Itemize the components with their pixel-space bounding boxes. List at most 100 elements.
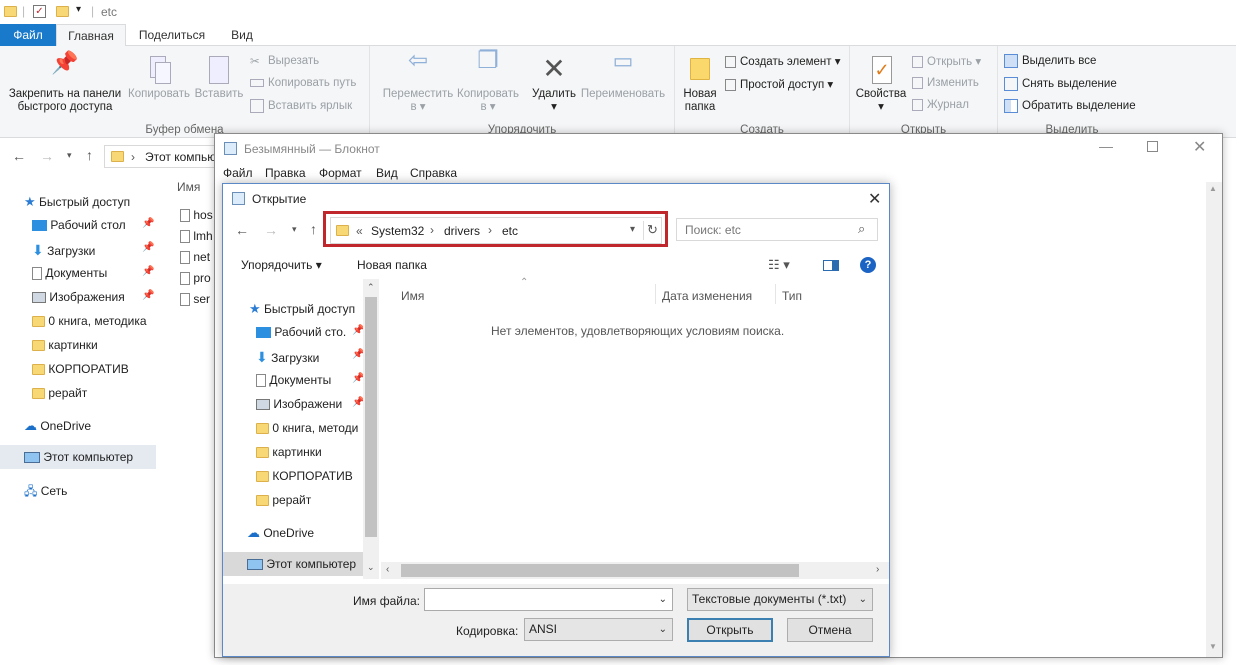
nav-pictures[interactable]: Изображения 📌 [32,290,154,304]
nav-pictures[interactable]: Изображени 📌 [256,397,364,411]
column-name[interactable]: Имя [177,180,200,194]
column-date-modified[interactable]: Дата изменения [662,289,752,303]
back-arrow-icon[interactable]: ← [235,222,249,238]
view-options-icon[interactable]: ☷ ▾ [768,257,790,273]
column-name[interactable]: Имя [401,289,424,303]
horizontal-scrollbar[interactable]: ‹ › [381,562,889,579]
nav-folder-book[interactable]: 0 книга, методика [32,314,147,328]
nav-scrollbar[interactable]: ⌃ ⌄ [363,279,379,579]
up-arrow-icon[interactable]: ↑ [310,221,317,237]
maximize-icon[interactable] [1147,141,1158,152]
horizontal-scroll-thumb[interactable] [401,564,799,577]
cut-button[interactable]: ✂ Вырезать [250,54,319,68]
menu-file[interactable]: Файл [223,166,253,180]
explorer-address-bar[interactable]: › Этот компью [104,145,230,168]
select-all-button[interactable]: Выделить все [1004,54,1096,68]
up-arrow-icon[interactable]: ↑ [86,147,93,163]
nav-desktop[interactable]: Рабочий сто. 📌 [256,325,364,339]
customize-qa-icon[interactable]: ▾ [76,4,81,15]
chevron-down-icon[interactable]: ⌄ [367,562,375,573]
nav-this-pc[interactable]: Этот компьютер [24,450,133,464]
search-input[interactable]: Поиск: etc ⌕ [676,218,878,241]
chevron-down-icon[interactable]: ⌄ [659,589,667,610]
paste-shortcut-button[interactable]: Вставить ярлык [250,99,352,113]
nav-folder-book[interactable]: 0 книга, методи [256,421,358,435]
back-arrow-icon[interactable]: ← [12,148,26,164]
nav-documents[interactable]: Документы 📌 [256,373,364,388]
menu-edit[interactable]: Правка [265,166,306,180]
copy-button[interactable]: Копировать [125,54,193,101]
history-button[interactable]: Журнал [912,99,969,111]
move-to-button[interactable]: ⇦ Переместить в ▾ [380,49,456,114]
open-button[interactable]: Открыть ▾ [912,54,981,68]
cancel-button[interactable]: Отмена [787,618,873,642]
notepad-scrollbar[interactable]: ▲ ▼ [1206,182,1222,657]
new-folder-button[interactable]: Новая папка [679,54,721,114]
chevron-up-icon[interactable]: ⌃ [367,282,375,293]
nav-folder-pictures[interactable]: картинки [32,338,98,352]
chevron-right-icon[interactable]: › [876,564,879,575]
scroll-up-icon[interactable]: ▲ [1209,184,1217,193]
menu-help[interactable]: Справка [410,166,457,180]
file-row[interactable]: net [180,250,210,265]
pin-quick-access-button[interactable]: 📌 Закрепить на панели быстрого доступа [4,52,126,114]
properties-qa-icon[interactable]: ✓ [33,5,46,18]
tab-view[interactable]: Вид [220,24,264,46]
new-item-button[interactable]: Создать элемент ▾ [725,54,841,68]
copy-path-button[interactable]: Копировать путь [250,77,356,89]
rename-button[interactable]: ▭ Переименовать [576,50,670,101]
nav-documents[interactable]: Документы 📌 [32,266,154,281]
encoding-select[interactable]: ANSI ⌄ [524,618,673,641]
menu-format[interactable]: Формат [319,166,362,180]
recent-locations-icon[interactable]: ▾ [292,224,297,235]
nav-downloads[interactable]: ⬇ Загрузки 📌 [256,349,364,366]
nav-folder-rewrite[interactable]: рерайт [32,386,87,400]
minimize-icon[interactable]: — [1099,138,1113,154]
nav-folder-corporate[interactable]: КОРПОРАТИВ [32,362,129,376]
help-icon[interactable]: ? [860,257,876,273]
new-folder-button[interactable]: Новая папка [357,258,427,272]
close-icon[interactable]: ✕ [868,189,881,209]
edit-button[interactable]: Изменить [912,77,979,89]
close-icon[interactable]: ✕ [1193,137,1206,157]
tab-home[interactable]: Главная [56,24,126,47]
nav-folder-rewrite[interactable]: рерайт [256,493,311,507]
file-row[interactable]: hos [180,208,213,223]
properties-button[interactable]: ✓ Свойства ▾ [854,54,908,114]
file-row[interactable]: pro [180,271,211,286]
forward-arrow-icon[interactable]: → [264,222,278,238]
column-type[interactable]: Тип [782,289,802,303]
nav-this-pc[interactable]: Этот компьютер [247,557,356,571]
new-folder-qa-icon[interactable] [56,6,69,17]
file-row[interactable]: ser [180,292,210,307]
forward-arrow-icon[interactable]: → [40,148,54,164]
nav-downloads[interactable]: ⬇ Загрузки 📌 [32,242,154,259]
nav-desktop[interactable]: Рабочий стол 📌 [32,218,154,232]
nav-quick-access[interactable]: ★ Быстрый доступ [24,194,130,210]
file-row[interactable]: lmh [180,229,213,244]
filetype-select[interactable]: Текстовые документы (*.txt) ⌄ [687,588,873,611]
tab-file[interactable]: Файл [0,24,56,46]
nav-onedrive[interactable]: ☁ OneDrive [247,525,314,541]
paste-button[interactable]: Вставить [193,54,245,101]
preview-pane-icon[interactable] [823,260,839,271]
nav-quick-access[interactable]: ★ Быстрый доступ [249,301,355,317]
recent-locations-icon[interactable]: ▾ [67,150,72,161]
chevron-left-icon[interactable]: ‹ [386,564,389,575]
menu-view[interactable]: Вид [376,166,398,180]
easy-access-button[interactable]: Простой доступ ▾ [725,77,833,91]
scroll-down-icon[interactable]: ▼ [1209,642,1217,651]
copy-to-button[interactable]: ❐ Копировать в ▾ [454,49,522,114]
organize-button[interactable]: Упорядочить ▾ [241,258,322,272]
nav-scroll-thumb[interactable] [365,297,377,537]
invert-selection-button[interactable]: Обратить выделение [1004,99,1136,113]
filename-input[interactable]: ⌄ [424,588,673,611]
tab-share[interactable]: Поделиться [131,24,213,46]
delete-button[interactable]: ✕ Удалить ▾ [528,54,580,114]
nav-onedrive[interactable]: ☁ OneDrive [24,418,91,434]
nav-folder-corporate[interactable]: КОРПОРАТИВ [256,469,353,483]
select-none-button[interactable]: Снять выделение [1004,77,1117,91]
nav-folder-pictures[interactable]: картинки [256,445,322,459]
open-button[interactable]: Открыть [687,618,773,642]
nav-network[interactable]: 🖧 Сеть [24,482,67,503]
